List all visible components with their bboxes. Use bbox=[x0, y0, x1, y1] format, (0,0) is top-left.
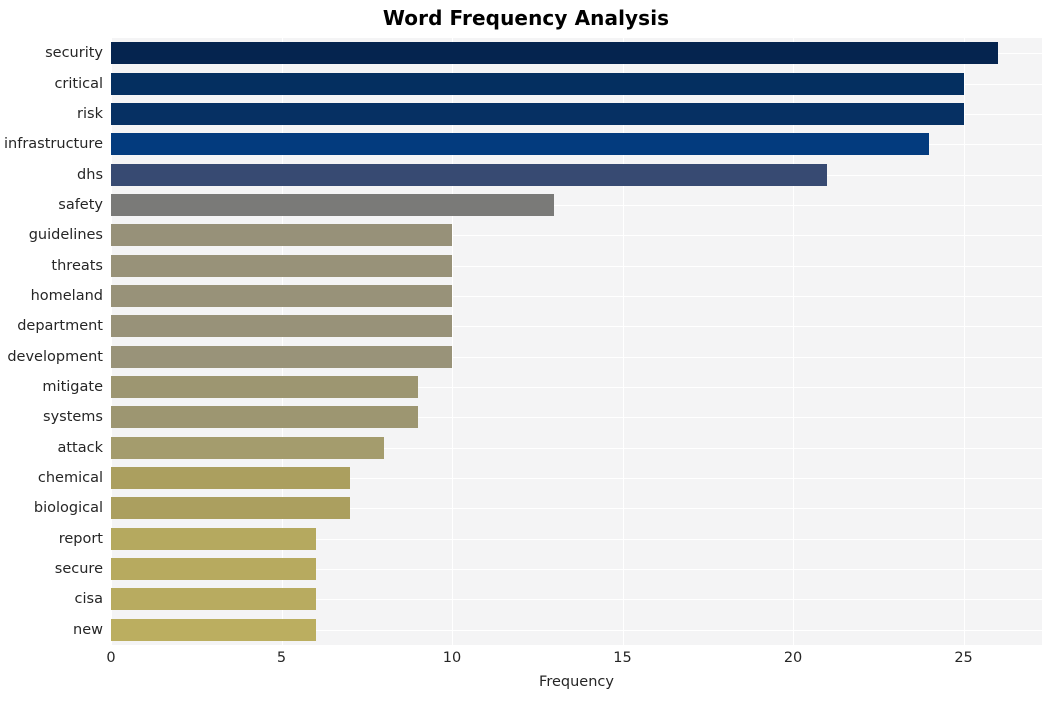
y-axis-tick-labels: security critical risk infrastructure dhs saf… bbox=[0, 38, 103, 645]
bar[interactable] bbox=[111, 193, 555, 216]
bar[interactable] bbox=[111, 527, 316, 550]
y-axis-tick-label: new bbox=[73, 621, 103, 638]
y-axis-tick-label: risk bbox=[77, 105, 103, 122]
y-axis-tick-label: guidelines bbox=[28, 227, 103, 244]
plot-area bbox=[111, 38, 1042, 645]
x-axis-title: Frequency bbox=[539, 674, 614, 690]
y-axis-tick-label: safety bbox=[58, 196, 103, 213]
y-axis-tick-label: security bbox=[45, 45, 103, 62]
x-axis-tick-label: 5 bbox=[276, 650, 287, 666]
y-axis-tick-label: systems bbox=[43, 409, 103, 426]
y-axis-tick-label: attack bbox=[57, 439, 103, 456]
gridline-vertical bbox=[452, 38, 454, 645]
bar[interactable] bbox=[111, 133, 930, 156]
x-axis-tick-label: 0 bbox=[106, 650, 116, 666]
x-axis-tick-label: 15 bbox=[613, 650, 632, 666]
y-axis-tick-label: report bbox=[58, 530, 103, 547]
gridline-vertical bbox=[963, 38, 965, 645]
chart-title: Word Frequency Analysis bbox=[382, 6, 670, 30]
bar[interactable] bbox=[111, 376, 418, 399]
y-axis-tick-label: chemical bbox=[37, 470, 103, 487]
bar[interactable] bbox=[111, 467, 350, 490]
y-axis-tick-label: department bbox=[17, 318, 103, 335]
bar[interactable] bbox=[111, 345, 453, 368]
y-axis-tick-label: dhs bbox=[77, 166, 103, 183]
bar[interactable] bbox=[111, 102, 964, 125]
bar[interactable] bbox=[111, 284, 453, 307]
x-axis-tick-label: 25 bbox=[954, 650, 973, 666]
bar[interactable] bbox=[111, 315, 453, 338]
bar[interactable] bbox=[111, 497, 350, 520]
y-axis-tick-label: infrastructure bbox=[4, 136, 103, 153]
bar[interactable] bbox=[111, 406, 418, 429]
bar[interactable] bbox=[111, 163, 828, 186]
gridline-vertical bbox=[111, 38, 112, 645]
bar[interactable] bbox=[111, 42, 998, 65]
y-axis-tick-label: development bbox=[7, 348, 103, 365]
x-axis-tick-label: 10 bbox=[442, 650, 462, 666]
bar[interactable] bbox=[111, 618, 316, 641]
bar[interactable] bbox=[111, 558, 316, 581]
bar[interactable] bbox=[111, 436, 384, 459]
x-axis-tick-label: 20 bbox=[783, 650, 803, 666]
bar[interactable] bbox=[111, 254, 453, 277]
y-axis-tick-label: homeland bbox=[30, 287, 103, 304]
bar[interactable] bbox=[111, 224, 453, 247]
y-axis-tick-label: cisa bbox=[74, 591, 103, 608]
gridline-vertical bbox=[793, 38, 795, 645]
gridline-vertical bbox=[281, 38, 283, 645]
y-axis-tick-label: critical bbox=[54, 75, 103, 92]
word-frequency-chart: Word Frequency Analysis security critical… bbox=[0, 0, 1052, 701]
y-axis-tick-label: threats bbox=[51, 257, 103, 274]
gridline-vertical bbox=[622, 38, 624, 645]
bar[interactable] bbox=[111, 588, 316, 611]
bar[interactable] bbox=[111, 72, 964, 95]
y-axis-tick-label: secure bbox=[54, 561, 103, 578]
y-axis-tick-label: biological bbox=[33, 500, 103, 517]
y-axis-tick-label: mitigate bbox=[42, 379, 103, 396]
